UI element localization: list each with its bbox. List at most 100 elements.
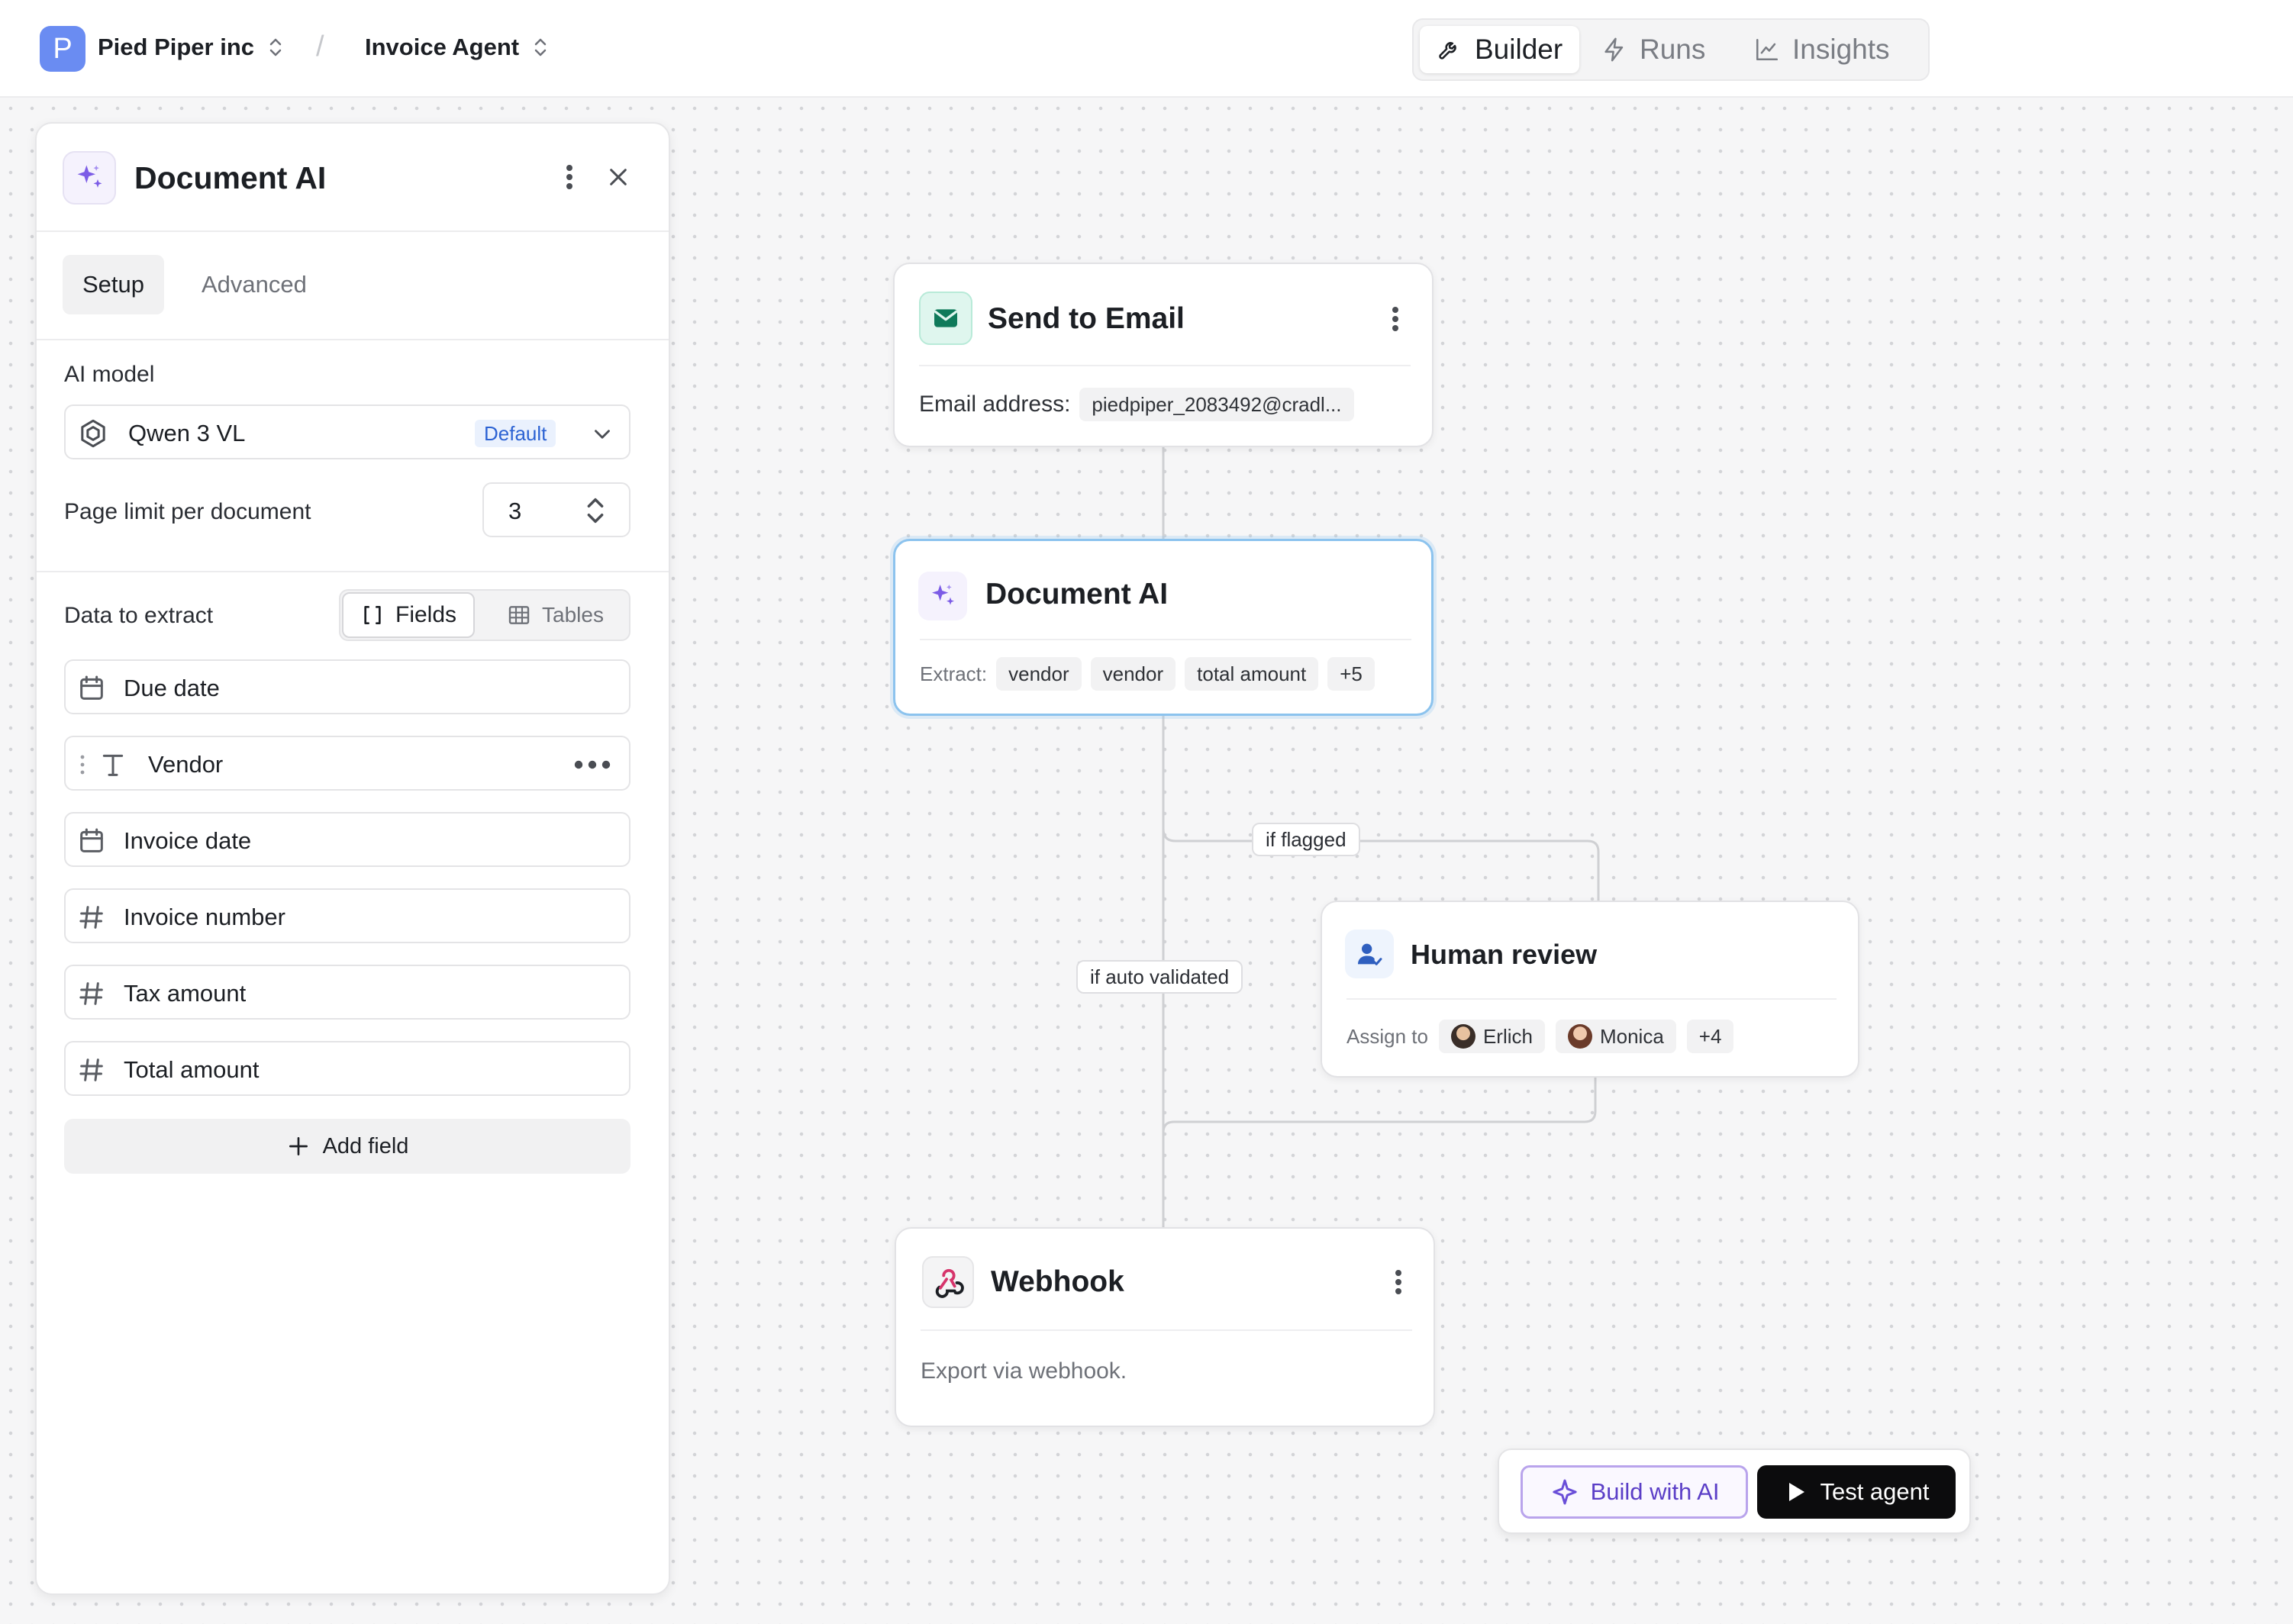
extract-more-chip: +5 [1327, 657, 1375, 691]
workspace-switcher[interactable]: Pied Piper inc [98, 34, 285, 61]
chevron-updown-icon[interactable] [582, 493, 609, 528]
model-logo-icon [81, 419, 105, 448]
node-send-to-email[interactable]: Send to Email Email address: piedpiper_2… [893, 263, 1434, 447]
breadcrumb-separator: / [316, 31, 324, 63]
page-limit-stepper[interactable]: 3 [482, 482, 630, 537]
page-limit-label: Page limit per document [64, 499, 311, 524]
calendar-icon [80, 828, 103, 852]
plus-icon [289, 1137, 308, 1155]
fields-toggle[interactable]: Fields [342, 592, 476, 638]
sparkles-icon [918, 572, 967, 620]
email-address-chip: piedpiper_2083492@cradl... [1079, 388, 1354, 421]
field-item[interactable]: Vendor [64, 736, 630, 791]
field-name: Tax amount [124, 980, 247, 1007]
build-with-ai-label: Build with AI [1590, 1478, 1720, 1505]
tab-runs-label: Runs [1640, 34, 1706, 65]
panel-divider [37, 230, 669, 232]
panel-divider [37, 571, 669, 572]
node-human-review[interactable]: Human review Assign to Erlich Monica +4 [1321, 901, 1859, 1078]
node-review-assignees: Assign to Erlich Monica +4 [1346, 1020, 1734, 1053]
assignee-chip: Monica [1555, 1020, 1676, 1053]
tables-toggle-label: Tables [542, 603, 604, 627]
workspace-logo[interactable]: P [40, 26, 85, 72]
brackets-icon [364, 606, 381, 624]
chart-line-icon [1756, 38, 1779, 61]
tab-builder-label: Builder [1475, 34, 1563, 65]
test-agent-button[interactable]: Test agent [1757, 1465, 1956, 1519]
field-item[interactable]: Invoice date [64, 812, 630, 867]
node-divider [1346, 998, 1837, 1000]
fields-toggle-label: Fields [395, 602, 457, 627]
assignee-name: Monica [1599, 1024, 1664, 1048]
node-settings-panel: Document AI Setup Advanced AI model Qwen… [35, 122, 670, 1595]
field-item[interactable]: Due date [64, 659, 630, 714]
ai-model-label: AI model [64, 362, 155, 387]
tab-setup[interactable]: Setup [63, 255, 165, 314]
field-item[interactable]: Tax amount [64, 965, 630, 1020]
user-check-icon [1345, 930, 1394, 978]
agent-switcher[interactable]: Invoice Agent [365, 34, 550, 61]
play-icon [1789, 1483, 1805, 1501]
field-name: Due date [124, 675, 220, 701]
extract-label: Extract: [920, 662, 988, 685]
node-divider [920, 639, 1411, 640]
node-webhook-description: Export via webhook. [921, 1358, 1127, 1384]
node-title: Webhook [991, 1265, 1124, 1298]
field-item[interactable]: Invoice number [64, 888, 630, 943]
node-divider [919, 365, 1411, 366]
hash-icon [79, 906, 103, 929]
chevron-updown-icon [269, 38, 282, 56]
tab-runs[interactable]: Runs [1585, 26, 1722, 73]
avatar [1450, 1024, 1475, 1049]
panel-title: Document AI [134, 160, 327, 195]
tab-insights[interactable]: Insights [1737, 26, 1907, 73]
edge-label-flagged[interactable]: if flagged [1252, 823, 1360, 856]
test-agent-label: Test agent [1820, 1478, 1930, 1505]
calendar-icon [80, 675, 103, 700]
field-name: Invoice number [124, 904, 285, 930]
assignee-name: Erlich [1482, 1024, 1533, 1048]
webhook-icon [922, 1256, 974, 1308]
tab-insights-label: Insights [1792, 34, 1890, 65]
extract-chip: vendor [1090, 657, 1176, 691]
ai-model-select[interactable]: Qwen 3 VL Default [64, 404, 630, 459]
page-limit-value: 3 [508, 498, 522, 524]
text-type-icon [102, 754, 124, 776]
extract-type-toggle: Fields Tables [339, 589, 630, 641]
top-bar: P Pied Piper inc / Invoice Agent Builder… [0, 0, 2293, 98]
assignee-chip: Erlich [1438, 1020, 1545, 1053]
node-docai-extract: Extract: vendor vendor total amount +5 [920, 657, 1375, 691]
build-with-ai-button[interactable]: Build with AI [1521, 1465, 1748, 1519]
node-webhook[interactable]: Webhook Export via webhook. [895, 1227, 1435, 1427]
panel-divider [37, 339, 669, 340]
add-field-button[interactable]: Add field [64, 1119, 630, 1174]
drag-handle-icon[interactable] [76, 754, 89, 775]
node-title: Send to Email [988, 302, 1185, 335]
workspace-name: Pied Piper inc [98, 34, 255, 60]
extract-chip: total amount [1185, 657, 1319, 691]
node-email-field: Email address: piedpiper_2083492@cradl..… [919, 388, 1354, 421]
hash-icon [79, 1058, 103, 1081]
more-horizontal-icon[interactable] [569, 749, 615, 780]
tab-builder[interactable]: Builder [1420, 26, 1580, 73]
field-name: Total amount [124, 1056, 260, 1083]
close-icon[interactable] [601, 160, 635, 194]
edge-label-auto-validated[interactable]: if auto validated [1076, 960, 1243, 994]
tab-advanced[interactable]: Advanced [182, 255, 327, 314]
node-document-ai[interactable]: Document AI Extract: vendor vendor total… [893, 539, 1434, 716]
data-to-extract-label: Data to extract [64, 603, 214, 628]
ai-model-value: Qwen 3 VL [128, 420, 246, 446]
tables-toggle[interactable]: Tables [490, 592, 621, 638]
mail-icon [919, 292, 972, 345]
email-field-label: Email address: [919, 392, 1071, 417]
more-vertical-icon[interactable] [1383, 1265, 1414, 1299]
more-vertical-icon[interactable] [1380, 302, 1411, 336]
more-vertical-icon[interactable] [553, 160, 586, 194]
agent-name: Invoice Agent [365, 34, 520, 60]
mode-switcher: Builder Runs Insights [1412, 18, 1930, 81]
chevron-down-icon [595, 430, 610, 439]
sparkle-icon [1552, 1479, 1577, 1505]
assign-to-label: Assign to [1346, 1024, 1428, 1048]
field-item[interactable]: Total amount [64, 1041, 630, 1096]
sparkles-icon [63, 151, 116, 205]
